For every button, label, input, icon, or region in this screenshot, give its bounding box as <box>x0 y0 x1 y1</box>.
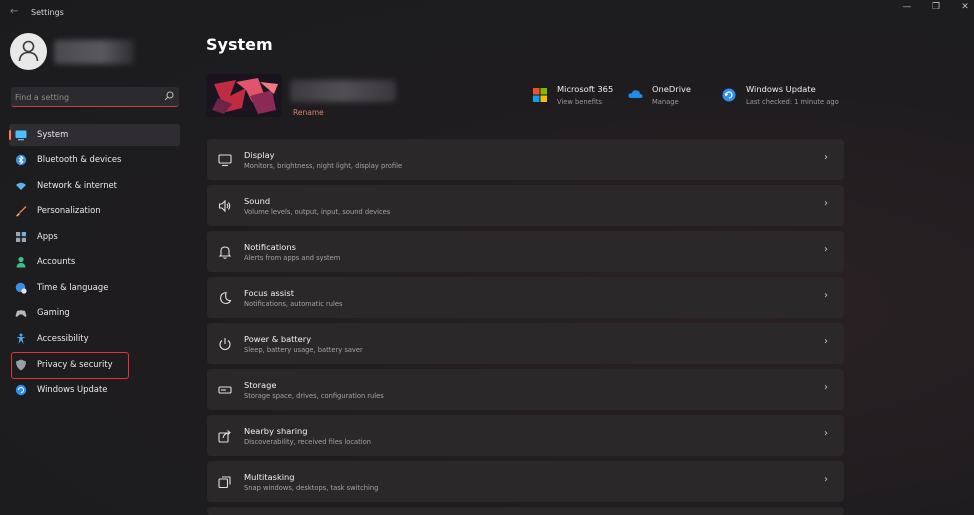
sidebar-item-label: Gaming <box>37 307 70 317</box>
speaker-icon <box>218 199 231 213</box>
setting-card-nearby-sharing[interactable]: Nearby sharing Discoverability, received… <box>207 415 844 456</box>
multitask-icon <box>218 476 231 489</box>
setting-card-storage[interactable]: Storage Storage space, drives, configura… <box>207 369 844 410</box>
setting-card-focus-assist[interactable]: Focus assist Notifications, automatic ru… <box>207 277 844 318</box>
setting-title: Multitasking <box>244 472 295 482</box>
share-icon <box>218 430 231 443</box>
setting-subtitle: Snap windows, desktops, task switching <box>244 484 379 492</box>
page-title: System <box>206 35 273 54</box>
chevron-right-icon: › <box>824 152 828 163</box>
rename-link[interactable]: Rename <box>293 108 324 117</box>
sidebar-item-label: Bluetooth & devices <box>37 154 122 164</box>
setting-subtitle: Monitors, brightness, night light, displ… <box>244 162 403 170</box>
sidebar-item-label: Time & language <box>37 282 109 292</box>
bluetooth-icon <box>15 154 27 166</box>
quick-link-subtitle: Last checked: 1 minute ago <box>746 98 839 106</box>
setting-card-multitasking[interactable]: Multitasking Snap windows, desktops, tas… <box>207 461 844 502</box>
search-input[interactable] <box>15 90 155 104</box>
setting-card-display[interactable]: Display Monitors, brightness, night ligh… <box>207 139 844 180</box>
sidebar-item-label: Apps <box>37 231 58 241</box>
sidebar-item-label: Personalization <box>37 205 101 215</box>
sidebar-item-accessibility[interactable]: Accessibility <box>9 328 180 350</box>
power-icon <box>219 338 231 351</box>
chevron-right-icon: › <box>824 290 828 301</box>
accessibility-icon <box>16 333 26 344</box>
system-icon <box>15 130 27 141</box>
setting-title: Storage <box>244 380 277 390</box>
device-name-redacted <box>290 80 396 102</box>
back-arrow-icon[interactable]: ← <box>10 6 18 17</box>
setting-card-notifications[interactable]: Notifications Alerts from apps and syste… <box>207 231 844 272</box>
sidebar-item-system[interactable]: System <box>9 124 180 146</box>
user-icon <box>18 40 39 62</box>
close-button[interactable]: ✕ <box>950 2 974 16</box>
wifi-icon <box>16 182 26 190</box>
setting-subtitle: Alerts from apps and system <box>244 254 341 262</box>
setting-subtitle: Notifications, automatic rules <box>244 300 343 308</box>
setting-title: Display <box>244 150 275 160</box>
selection-indicator <box>9 130 11 140</box>
setting-subtitle: Sleep, battery usage, battery saver <box>244 346 363 354</box>
quick-link-title: Windows Update <box>746 84 816 94</box>
search-box[interactable] <box>11 87 179 107</box>
maximize-button[interactable]: ❐ <box>921 2 951 16</box>
setting-title: Nearby sharing <box>244 426 308 436</box>
chevron-right-icon: › <box>824 198 828 209</box>
chevron-right-icon: › <box>824 336 828 347</box>
moon-icon <box>219 291 232 305</box>
setting-card-sound[interactable]: Sound Volume levels, output, input, soun… <box>207 185 844 226</box>
controller-icon <box>15 310 27 317</box>
chevron-right-icon: › <box>824 244 828 255</box>
quick-link-title: Microsoft 365 <box>557 84 614 94</box>
minimize-button[interactable]: — <box>892 2 922 16</box>
storage-icon <box>218 386 232 394</box>
sidebar-item-label: Network & internet <box>37 180 117 190</box>
sidebar-item-personalization[interactable]: Personalization <box>9 200 180 222</box>
device-wallpaper-thumbnail <box>206 74 282 117</box>
sidebar-item-label: Windows Update <box>37 384 108 394</box>
setting-subtitle: Volume levels, output, input, sound devi… <box>244 208 391 216</box>
chevron-right-icon: › <box>824 474 828 485</box>
setting-card-power-battery[interactable]: Power & battery Sleep, battery usage, ba… <box>207 323 844 364</box>
setting-title: Notifications <box>244 242 296 252</box>
bell-icon <box>218 246 232 259</box>
highlight-annotation <box>11 352 129 379</box>
setting-subtitle: Storage space, drives, configuration rul… <box>244 392 384 400</box>
windows-update-icon <box>722 88 736 102</box>
quick-link-subtitle: Manage <box>652 98 679 106</box>
chevron-right-icon: › <box>824 382 828 393</box>
microsoft-365-icon <box>533 88 547 102</box>
avatar[interactable] <box>10 33 47 70</box>
accounts-icon <box>16 256 26 268</box>
apps-icon <box>16 232 26 242</box>
brush-icon <box>16 206 27 217</box>
setting-card-partial[interactable] <box>207 507 844 515</box>
username-redacted <box>54 40 134 64</box>
sidebar-item-label: Accounts <box>37 256 76 266</box>
update-icon <box>15 384 27 396</box>
setting-title: Sound <box>244 196 271 206</box>
quick-link-subtitle: View benefits <box>557 98 603 106</box>
onedrive-icon <box>628 90 643 98</box>
globe-clock-icon <box>15 282 27 294</box>
sidebar-item-time-language[interactable]: Time & language <box>9 277 180 299</box>
display-icon <box>218 154 232 167</box>
sidebar-item-gaming[interactable]: Gaming <box>9 302 180 324</box>
app-title: Settings <box>31 8 64 17</box>
sidebar-item-apps[interactable]: Apps <box>9 226 180 248</box>
sidebar-item-bluetooth-devices[interactable]: Bluetooth & devices <box>9 149 180 171</box>
title-bar: ← Settings — ❐ ✕ <box>0 0 974 26</box>
search-icon[interactable] <box>164 91 174 101</box>
chevron-right-icon: › <box>824 428 828 439</box>
sidebar-item-network-internet[interactable]: Network & internet <box>9 175 180 197</box>
setting-subtitle: Discoverability, received files location <box>244 438 371 446</box>
setting-title: Power & battery <box>244 334 312 344</box>
sidebar-item-accounts[interactable]: Accounts <box>9 251 180 273</box>
sidebar-item-label: System <box>37 129 69 139</box>
quick-link-title: OneDrive <box>652 84 692 94</box>
setting-title: Focus assist <box>244 288 294 298</box>
sidebar-item-label: Accessibility <box>37 333 89 343</box>
sidebar-item-windows-update[interactable]: Windows Update <box>9 379 180 401</box>
